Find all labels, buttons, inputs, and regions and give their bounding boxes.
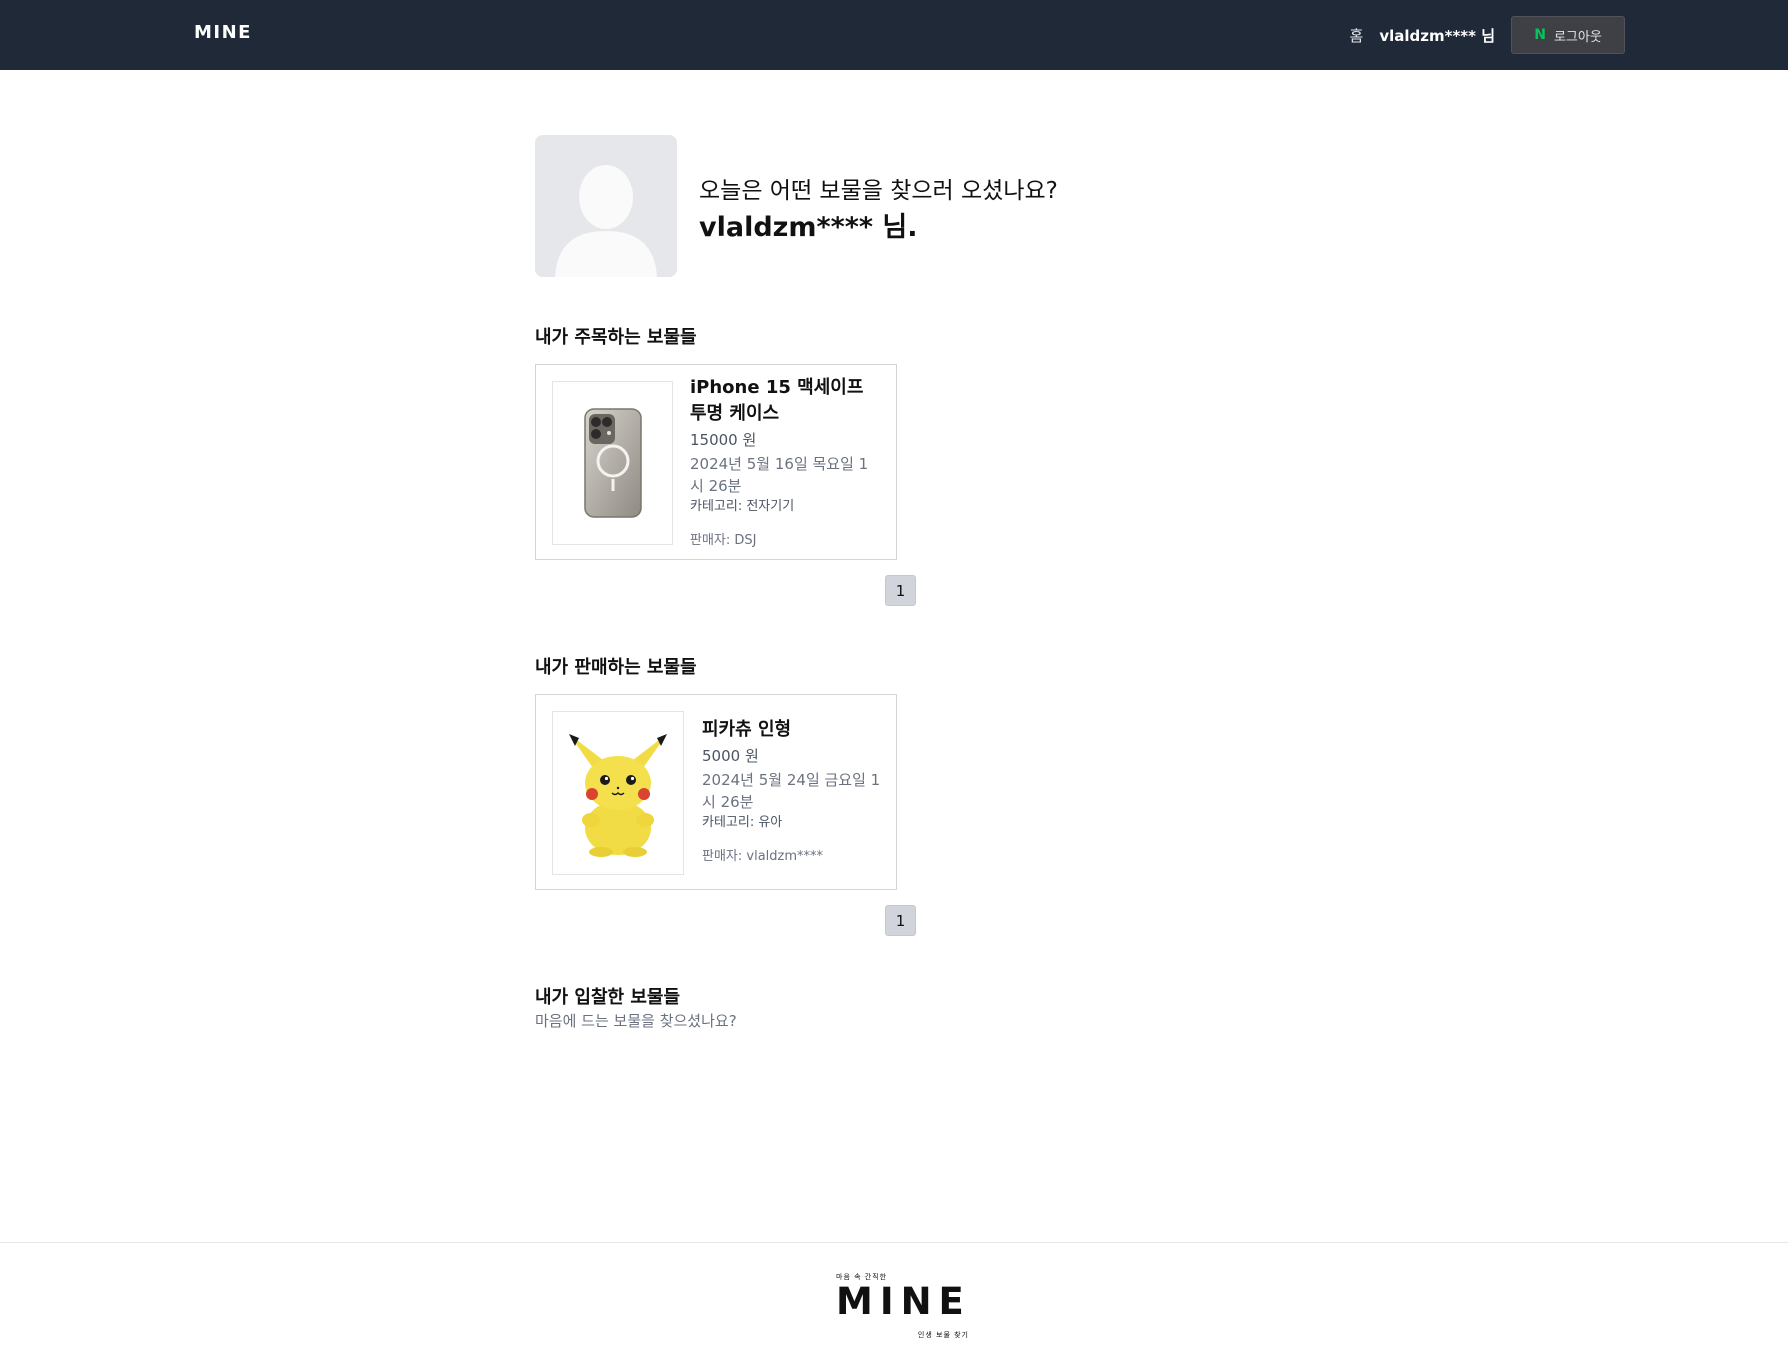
user-name-label: vlaldzm**** 님	[1379, 26, 1495, 45]
home-link[interactable]: 홈	[1350, 25, 1364, 46]
selling-page-1-button[interactable]: 1	[885, 905, 916, 936]
item-title[interactable]: 피카츄 인형	[702, 717, 882, 743]
item-price: 5000 원	[702, 747, 759, 765]
item-category: 카테고리: 유아	[702, 815, 783, 830]
top-navbar: MINE 홈 vlaldzm**** 님 N 로그아웃	[0, 0, 1788, 70]
iphone-case-image	[583, 408, 642, 518]
footer-tagline-bottom: 인생 보물 찾기	[917, 1331, 969, 1339]
watching-page-1-button[interactable]: 1	[885, 575, 916, 606]
item-seller: 판매자: DSJ	[690, 533, 757, 548]
logout-label: 로그아웃	[1553, 29, 1602, 45]
item-thumbnail[interactable]	[552, 711, 684, 875]
item-price: 15000 원	[690, 431, 757, 449]
header-logo[interactable]: MINE	[194, 22, 252, 43]
bidding-section-title: 내가 입찰한 보물들	[535, 987, 681, 1008]
watching-section-title: 내가 주목하는 보물들	[535, 327, 697, 348]
avatar	[535, 135, 677, 277]
item-info: iPhone 15 맥세이프 투명 케이스 15000 원 2024년 5월 1…	[690, 375, 882, 551]
footer-logo: 마음 속 간직한 MINE 인생 보물 찾기	[836, 1272, 969, 1340]
selling-item-card[interactable]: 피카츄 인형 5000 원 2024년 5월 24일 금요일 1시 26분 카테…	[535, 694, 897, 890]
item-date: 2024년 5월 16일 목요일 1시 26분	[690, 455, 869, 495]
item-category: 카테고리: 전자기기	[690, 499, 795, 514]
item-seller: 판매자: vlaldzm****	[702, 849, 824, 864]
item-info: 피카츄 인형 5000 원 2024년 5월 24일 금요일 1시 26분 카테…	[702, 705, 882, 867]
pikachu-doll-image	[569, 734, 667, 857]
nav-right: 홈 vlaldzm**** 님 N 로그아웃	[1350, 16, 1625, 54]
item-thumbnail[interactable]	[552, 381, 673, 545]
footer-logo-text: MINE	[836, 1280, 971, 1323]
item-date: 2024년 5월 24일 금요일 1시 26분	[702, 771, 881, 811]
watching-item-card[interactable]: iPhone 15 맥세이프 투명 케이스 15000 원 2024년 5월 1…	[535, 364, 897, 560]
default-avatar-icon	[535, 135, 677, 277]
logout-button[interactable]: N 로그아웃	[1511, 16, 1625, 54]
item-title[interactable]: iPhone 15 맥세이프 투명 케이스	[690, 375, 882, 427]
selling-section-title: 내가 판매하는 보물들	[535, 657, 697, 678]
page: MINE 홈 vlaldzm**** 님 N 로그아웃 오늘은 어떤 보물을 찾…	[0, 0, 1788, 1362]
profile-username: vlaldzm**** 님.	[699, 212, 918, 243]
footer-divider	[0, 1242, 1788, 1243]
naver-icon: N	[1534, 27, 1546, 43]
greeting-text: 오늘은 어떤 보물을 찾으러 오셨나요?	[699, 178, 1058, 204]
bidding-empty-message: 마음에 드는 보물을 찾으셨나요?	[535, 1012, 737, 1030]
